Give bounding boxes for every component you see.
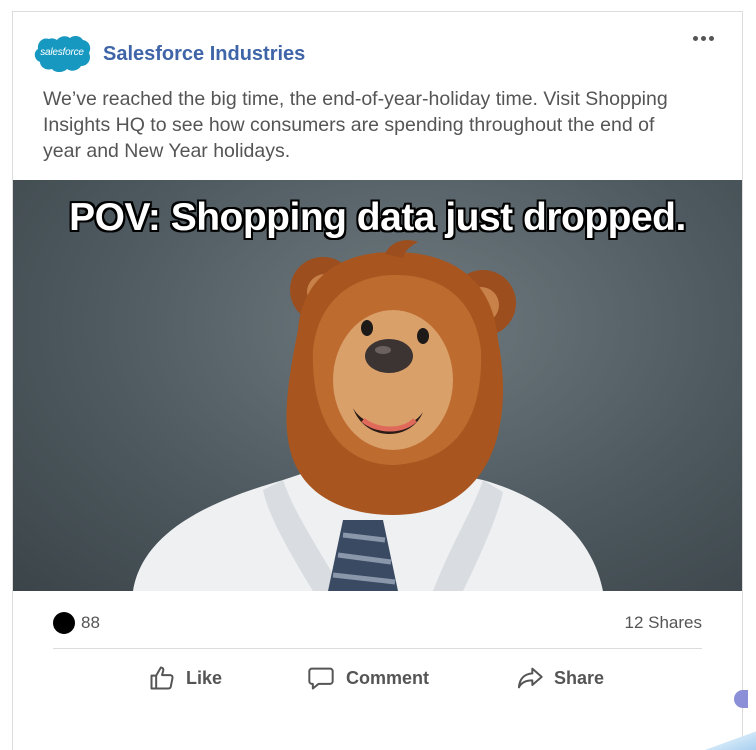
comment-label: Comment — [346, 667, 430, 688]
org-name-link[interactable]: Salesforce Industries — [103, 43, 305, 66]
comment-icon — [308, 667, 334, 690]
meme-caption: POV: Shopping data just dropped. — [69, 196, 686, 239]
logo-wordmark: salesforce — [40, 47, 84, 58]
floating-widget-edge[interactable] — [734, 690, 748, 708]
post-body-text: We’ve reached the big time, the end-of-y… — [43, 88, 668, 162]
comment-button[interactable]: Comment — [306, 664, 429, 692]
reactions-summary[interactable]: 88 — [53, 612, 100, 634]
more-options-icon[interactable] — [693, 36, 714, 41]
reaction-count: 88 — [81, 613, 100, 632]
post-actions-bar: Like Comment Share — [13, 664, 742, 700]
post-header: salesforce Salesforce Industries — [33, 34, 305, 74]
like-label: Like — [186, 667, 223, 688]
reaction-icon — [53, 612, 75, 634]
share-label: Share — [554, 667, 605, 688]
shares-count[interactable]: 12 Shares — [625, 613, 703, 633]
divider — [53, 648, 702, 649]
bear-mascot-illustration — [133, 240, 603, 591]
salesforce-logo[interactable]: salesforce — [33, 34, 91, 74]
decorative-corner — [696, 730, 756, 750]
share-button[interactable]: Share — [516, 664, 604, 692]
social-post-card: salesforce Salesforce Industries We’ve r… — [12, 11, 743, 750]
post-image[interactable]: POV: Shopping data just dropped. — [13, 180, 742, 591]
like-button[interactable]: Like — [148, 664, 222, 692]
share-arrow-icon — [517, 667, 543, 689]
thumbs-up-icon — [150, 666, 174, 690]
